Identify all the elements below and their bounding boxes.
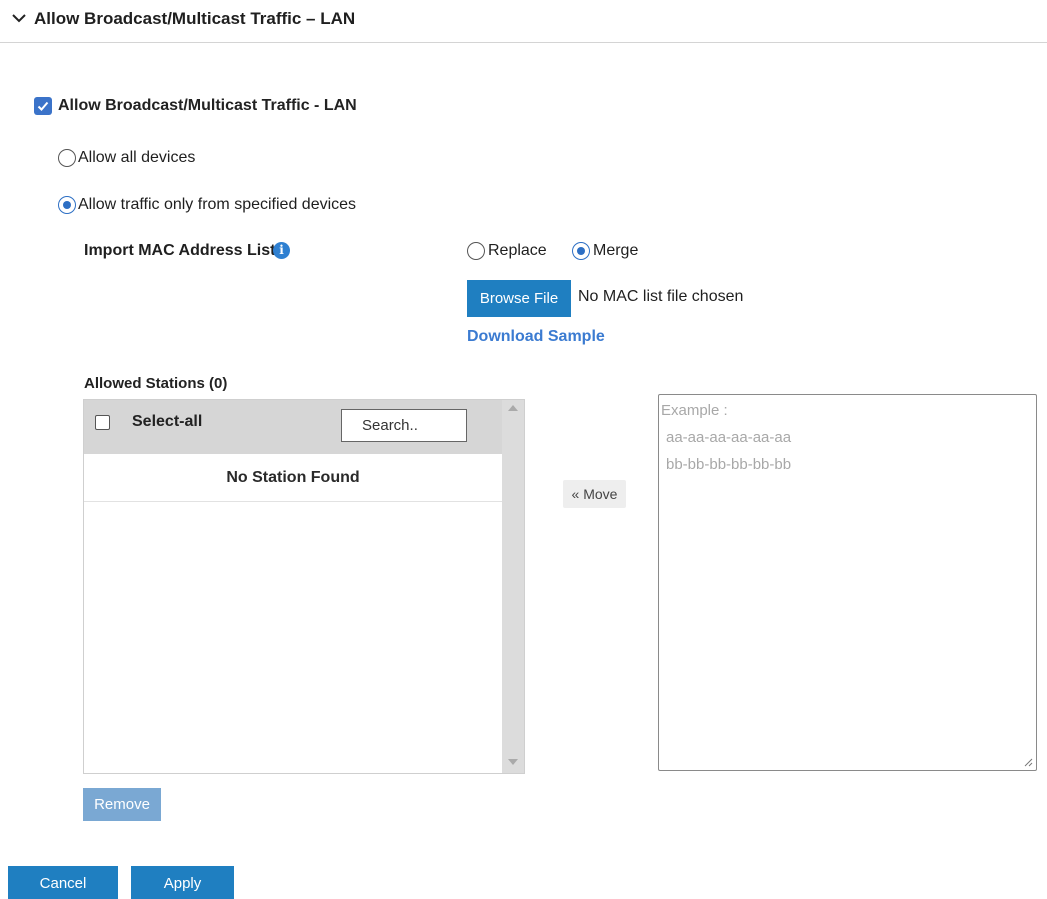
allowed-stations-title: Allowed Stations (0) <box>84 375 228 392</box>
stations-scrollbar[interactable] <box>502 400 524 773</box>
move-button[interactable]: « Move <box>563 480 626 508</box>
replace-radio[interactable] <box>467 242 485 260</box>
replace-label: Replace <box>488 242 547 259</box>
allow-broadcast-label: Allow Broadcast/Multicast Traffic - LAN <box>58 97 357 114</box>
chevron-down-icon[interactable] <box>10 9 28 27</box>
station-search-input[interactable]: Search.. <box>341 409 467 442</box>
allow-specified-devices-label: Allow traffic only from specified device… <box>78 196 357 213</box>
allow-all-devices-radio[interactable] <box>58 149 76 167</box>
import-mac-label: Import MAC Address List <box>84 242 276 259</box>
checkmark-icon <box>37 101 49 111</box>
placeholder-line: bb-bb-bb-bb-bb-bb <box>666 456 792 473</box>
section-title: Allow Broadcast/Multicast Traffic – LAN <box>34 9 356 28</box>
info-icon[interactable]: i <box>273 242 290 259</box>
allow-all-devices-label: Allow all devices <box>78 149 196 166</box>
select-all-label: Select-all <box>132 413 203 430</box>
remove-button[interactable]: Remove <box>83 788 161 821</box>
browse-file-button[interactable]: Browse File <box>467 280 571 317</box>
placeholder-line: aa-aa-aa-aa-aa-aa <box>666 429 792 446</box>
resize-grip-icon[interactable] <box>1023 757 1033 767</box>
placeholder-line: Example : <box>661 402 728 419</box>
select-all-checkbox[interactable] <box>95 415 110 430</box>
cancel-button[interactable]: Cancel <box>8 866 118 899</box>
empty-station-row: No Station Found <box>84 454 502 502</box>
scroll-down-icon[interactable] <box>508 759 518 765</box>
scroll-up-icon[interactable] <box>508 405 518 411</box>
download-sample-link[interactable]: Download Sample <box>467 328 605 346</box>
merge-radio[interactable] <box>572 242 590 260</box>
mac-address-textarea[interactable]: Example : aa-aa-aa-aa-aa-aa bb-bb-bb-bb-… <box>658 394 1037 771</box>
allow-specified-devices-radio[interactable] <box>58 196 76 214</box>
file-status-text: No MAC list file chosen <box>578 288 744 305</box>
apply-button[interactable]: Apply <box>131 866 234 899</box>
allow-broadcast-checkbox[interactable] <box>34 97 52 115</box>
merge-label: Merge <box>593 242 639 259</box>
